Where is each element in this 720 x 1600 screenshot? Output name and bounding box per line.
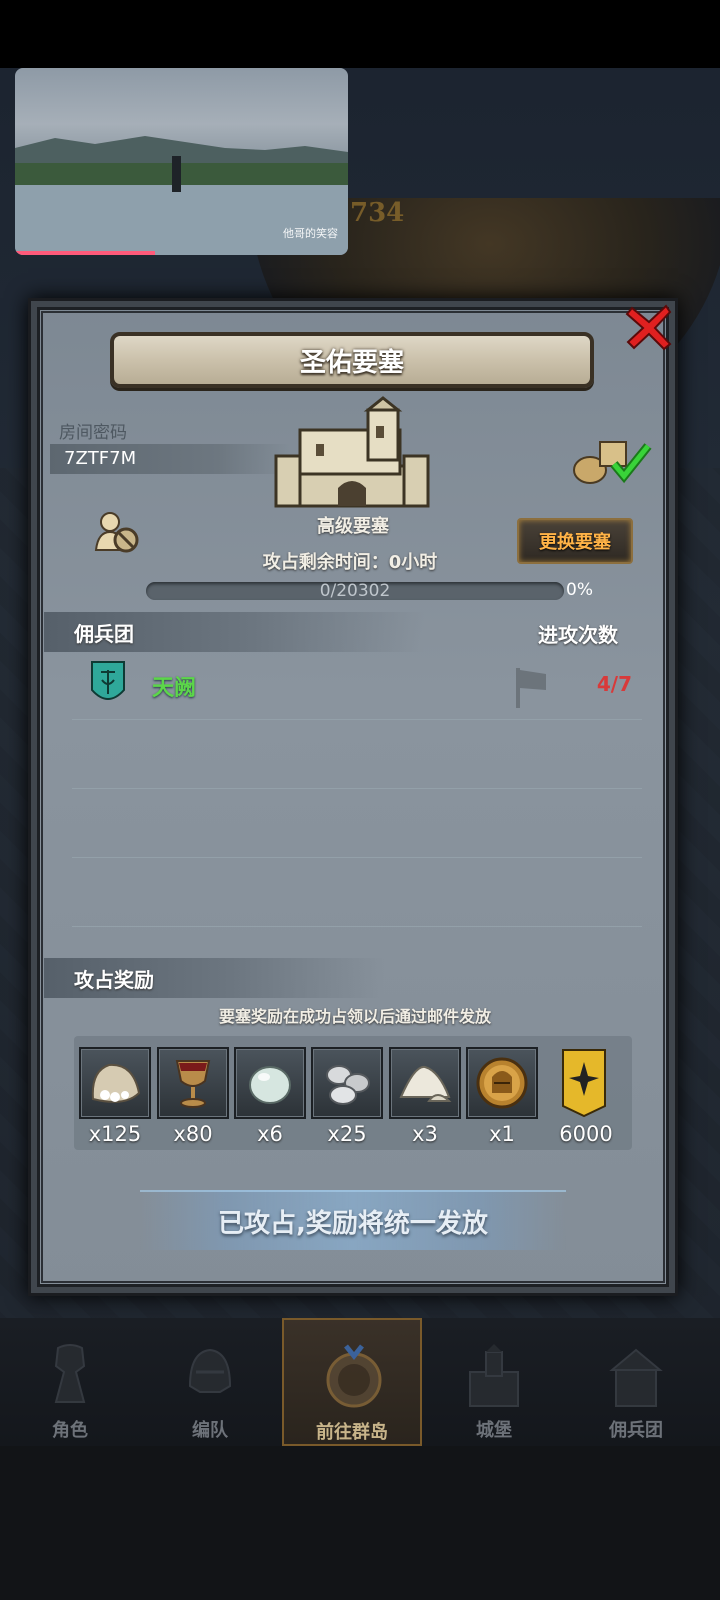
reward-qty: x6 — [257, 1122, 283, 1146]
reward-item[interactable] — [466, 1047, 538, 1119]
room-code-label: 房间密码 — [59, 423, 127, 443]
nav-item-islands[interactable]: 前往群岛 — [282, 1318, 422, 1446]
empty-row-divider — [72, 788, 642, 789]
reward-item[interactable] — [311, 1047, 383, 1119]
salt-pile-icon — [399, 1065, 452, 1102]
reward-item[interactable] — [157, 1047, 229, 1119]
reward-item[interactable] — [548, 1047, 620, 1119]
nav-item-formation[interactable]: 编队 — [140, 1318, 280, 1446]
change-fortress-button[interactable]: 更换要塞 — [517, 518, 633, 564]
reward-qty: 6000 — [559, 1122, 613, 1146]
bottom-background — [0, 1446, 720, 1600]
reward-qty: x125 — [88, 1122, 142, 1146]
castle-icon — [469, 1344, 519, 1407]
nav-label: 佣兵团 — [609, 1420, 663, 1441]
fortress-castle-icon — [274, 396, 430, 508]
helmet-icon — [188, 1348, 232, 1393]
silver-ore-icon — [326, 1065, 370, 1105]
flour-sack-icon — [91, 1063, 141, 1103]
guild-section-header: 佣兵团 — [44, 612, 424, 652]
nav-label: 城堡 — [476, 1420, 512, 1441]
video-thumbnail[interactable]: 他哥的笑容 — [15, 68, 348, 255]
nav-label: 角色 — [52, 1420, 88, 1441]
reward-item[interactable] — [389, 1047, 461, 1119]
empty-row-divider — [72, 926, 642, 927]
reward-section-label: 攻占奖励 — [74, 968, 154, 992]
room-code-value[interactable]: 7ZTF7M — [50, 444, 290, 474]
helmet-medal-icon — [476, 1057, 528, 1109]
reward-qty: x1 — [489, 1122, 515, 1146]
nav-item-castle[interactable]: 城堡 — [424, 1318, 564, 1446]
video-logo: 他哥的笑容 — [283, 227, 338, 240]
reward-qty: x3 — [412, 1122, 438, 1146]
time-left: 攻占剩余时间：0小时 — [262, 552, 438, 573]
guild-shield-icon — [91, 661, 125, 700]
reward-note: 要塞奖励在成功占领以后通过邮件发放 — [218, 1007, 491, 1026]
reward-qty: x80 — [173, 1122, 213, 1146]
loot-check-icon[interactable] — [570, 436, 652, 486]
progress-percent: 0% — [566, 580, 593, 600]
guild-banner-icon — [562, 1049, 606, 1118]
close-icon — [625, 304, 672, 351]
reward-item[interactable] — [79, 1047, 151, 1119]
reward-item[interactable] — [234, 1047, 306, 1119]
empty-row-divider — [72, 857, 642, 858]
flag-icon — [516, 668, 546, 708]
guild-section-label: 佣兵团 — [74, 622, 134, 646]
dialog-title: 圣佑要塞 — [299, 347, 404, 378]
nav-item-role[interactable]: 角色 — [0, 1318, 140, 1446]
guild-row[interactable]: 天阙 4/7 — [72, 654, 642, 720]
status-banner-text: 已攻占,奖励将统一发放 — [218, 1208, 488, 1239]
no-user-icon[interactable] — [92, 510, 142, 556]
fortress-type: 高级要塞 — [317, 516, 389, 537]
guild-hall-icon — [609, 1348, 663, 1407]
change-fortress-label: 更换要塞 — [539, 532, 611, 553]
clock-number-decoration: 734 — [350, 198, 405, 228]
guild-attack-count: 4/7 — [596, 672, 632, 696]
knight-icon — [54, 1344, 86, 1403]
title-banner: 圣佑要塞 — [110, 332, 594, 388]
goblet-icon — [175, 1060, 211, 1108]
video-progress-bar — [15, 251, 155, 255]
status-banner: 已攻占,奖励将统一发放 — [140, 1190, 566, 1250]
progress-text: 0/20302 — [319, 581, 391, 601]
nav-label: 前往群岛 — [316, 1422, 388, 1443]
reward-section-header: 攻占奖励 — [44, 958, 384, 998]
compass-icon — [326, 1344, 382, 1408]
egg-stone-icon — [249, 1066, 291, 1104]
close-button[interactable] — [620, 298, 678, 356]
capture-progress-bar: 0/20302 — [146, 582, 564, 600]
guild-name: 天阙 — [152, 676, 197, 701]
reward-qty: x25 — [327, 1122, 367, 1146]
nav-item-guild[interactable]: 佣兵团 — [566, 1318, 706, 1446]
attack-count-label: 进攻次数 — [538, 623, 618, 647]
nav-label: 编队 — [192, 1420, 228, 1441]
